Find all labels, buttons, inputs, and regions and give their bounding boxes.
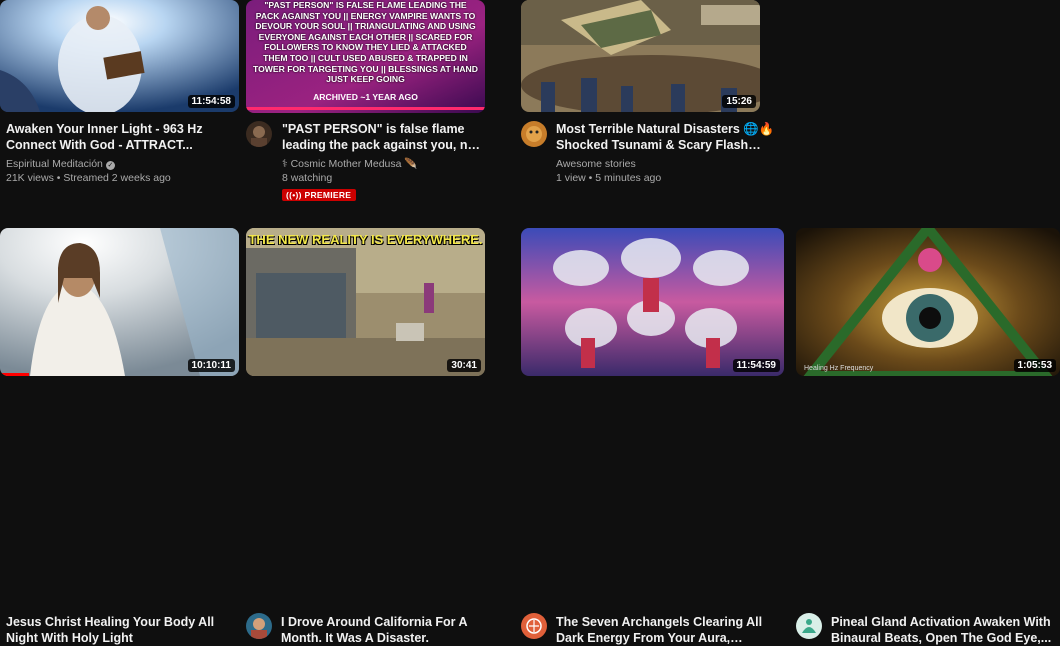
thumbnail-image bbox=[521, 228, 784, 376]
channel-label: Espiritual Meditación bbox=[6, 158, 103, 170]
video-title[interactable]: Jesus Christ Healing Your Body All Night… bbox=[6, 614, 231, 646]
thumbnail-footer: ARCHIVED ~1 YEAR AGO bbox=[313, 92, 418, 102]
video-title[interactable]: Most Terrible Natural Disasters 🌐🔥 Shock… bbox=[556, 121, 784, 153]
live-viewers: 8 watching bbox=[282, 172, 333, 184]
thumbnail-text: "PAST PERSON" IS FALSE FLAME LEADING THE… bbox=[253, 0, 478, 85]
thumbnail-text: THE NEW REALITY IS EVERYWHERE. bbox=[248, 232, 483, 247]
duration-badge: 10:10:11 bbox=[187, 359, 235, 372]
verified-icon: ✓ bbox=[105, 161, 115, 170]
channel-avatar[interactable] bbox=[521, 613, 547, 639]
channel-avatar[interactable] bbox=[246, 121, 272, 147]
channel-avatar[interactable] bbox=[796, 613, 822, 639]
duration-badge: 30:41 bbox=[447, 359, 481, 372]
channel-name[interactable]: Awesome stories bbox=[556, 157, 784, 171]
video-stats: 1 view • 5 minutes ago bbox=[556, 172, 662, 184]
video-stats: 21K views • Streamed 2 weeks ago bbox=[6, 172, 171, 184]
channel-avatar[interactable] bbox=[521, 121, 547, 147]
duration-badge: 11:54:58 bbox=[187, 95, 235, 108]
thumbnail-text: Healing Hz Frequency bbox=[804, 365, 874, 372]
thumbnail-image bbox=[246, 228, 485, 376]
video-thumbnail[interactable]: 10:10:11 bbox=[0, 228, 239, 376]
duration-badge: 11:54:59 bbox=[732, 359, 780, 372]
video-title[interactable]: The Seven Archangels Clearing All Dark E… bbox=[556, 614, 784, 646]
premiere-label: PREMIERE bbox=[304, 190, 352, 200]
video-thumbnail[interactable]: Healing Hz Frequency 1:05:53 bbox=[796, 228, 1060, 376]
channel-avatar[interactable] bbox=[246, 613, 272, 639]
channel-name[interactable]: ⚕ Cosmic Mother Medusa 🪶 bbox=[282, 157, 485, 171]
thumbnail-image bbox=[0, 228, 239, 376]
video-title[interactable]: Awaken Your Inner Light - 963 Hz Connect… bbox=[6, 121, 231, 153]
video-title[interactable]: I Drove Around California For A Month. I… bbox=[281, 614, 496, 646]
thumbnail-image bbox=[796, 228, 1060, 376]
duration-badge: 15:26 bbox=[722, 95, 756, 108]
video-thumbnail[interactable]: "PAST PERSON" IS FALSE FLAME LEADING THE… bbox=[246, 0, 485, 113]
video-thumbnail[interactable]: 11:54:58 bbox=[0, 0, 239, 112]
video-thumbnail[interactable]: 11:54:59 bbox=[521, 228, 784, 376]
watch-progress-bar bbox=[0, 373, 29, 376]
duration-badge: 1:05:53 bbox=[1013, 359, 1056, 372]
video-title[interactable]: Pineal Gland Activation Awaken With Bina… bbox=[831, 614, 1060, 646]
video-thumbnail[interactable]: THE NEW REALITY IS EVERYWHERE. 30:41 bbox=[246, 228, 485, 376]
live-icon: ((•)) bbox=[286, 190, 302, 200]
video-title[interactable]: "PAST PERSON" is false flame leading the… bbox=[282, 121, 485, 153]
channel-name[interactable]: Espiritual Meditación ✓ bbox=[6, 157, 231, 171]
video-thumbnail[interactable]: 15:26 bbox=[521, 0, 760, 112]
premiere-badge: ((•)) PREMIERE bbox=[282, 189, 357, 201]
